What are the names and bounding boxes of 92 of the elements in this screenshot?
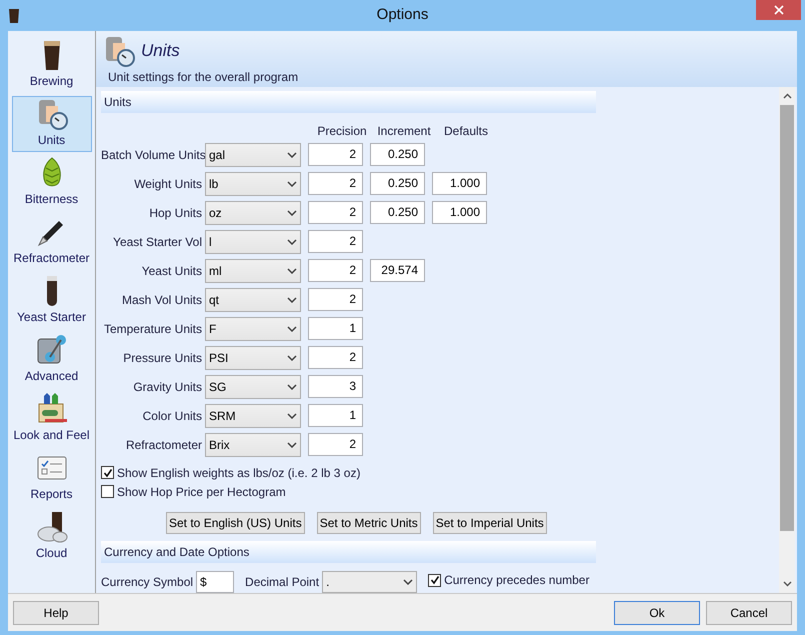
precision-field[interactable]: 2 <box>308 346 363 369</box>
preset-button[interactable]: Set to English (US) Units <box>166 512 305 534</box>
chevron-down-icon <box>287 180 297 186</box>
precision-field[interactable]: 3 <box>308 375 363 398</box>
field-label: Currency Symbol <box>101 574 194 591</box>
chevron-down-icon <box>287 296 297 302</box>
unit-dropdown[interactable]: l <box>205 230 301 254</box>
field-label: Color Units <box>142 408 202 424</box>
field-label: Refractometer <box>124 436 202 454</box>
checkbox-label: Show Hop Price per Hectogram <box>117 484 286 500</box>
precision-field[interactable]: 1 <box>308 404 363 427</box>
unit-dropdown[interactable]: PSI <box>205 346 301 370</box>
precision-field[interactable]: 2 <box>308 172 363 195</box>
chevron-down-icon <box>287 326 297 332</box>
field-label: Mash Vol Units <box>120 292 202 308</box>
chevron-down-icon <box>287 152 297 158</box>
column-header: Precision <box>316 123 368 139</box>
preset-button[interactable]: Set to Imperial Units <box>432 512 547 534</box>
unit-dropdown[interactable]: qt <box>205 288 301 312</box>
unit-dropdown[interactable]: ml <box>205 258 301 282</box>
sidebar-item[interactable]: Units <box>12 96 92 152</box>
precision-field[interactable]: 2 <box>308 143 363 166</box>
chevron-down-icon <box>403 579 414 585</box>
test-tube-icon <box>46 276 56 306</box>
chevron-down-icon <box>287 210 297 216</box>
chevron-down-icon <box>287 238 297 244</box>
decimal-point-dropdown[interactable]: . <box>322 571 418 593</box>
scroll-up-icon[interactable] <box>782 93 792 99</box>
increment-field[interactable]: 0.250 <box>370 201 425 224</box>
unit-dropdown[interactable]: F <box>205 316 301 340</box>
chevron-down-icon <box>287 268 297 274</box>
precision-field[interactable]: 1 <box>308 317 363 340</box>
unit-dropdown[interactable]: SG <box>205 374 301 398</box>
dialog-button[interactable]: Help <box>13 600 99 624</box>
checkbox[interactable] <box>101 466 114 479</box>
unit-dropdown[interactable]: gal <box>205 142 301 166</box>
field-label: Temperature Units <box>102 320 202 338</box>
section-header: Currency and Date Options <box>101 541 596 563</box>
app-icon <box>9 8 19 22</box>
cloud-beer-icon <box>34 510 68 544</box>
scrollbar-thumb[interactable] <box>780 105 794 531</box>
field-label: Decimal Point <box>245 574 320 591</box>
checkbox[interactable] <box>428 574 442 586</box>
precision-field[interactable]: 2 <box>308 201 363 224</box>
precision-field[interactable]: 2 <box>308 433 363 456</box>
chevron-down-icon <box>287 354 297 360</box>
page-title: Units <box>141 40 180 62</box>
window-title: Options <box>376 5 428 26</box>
field-label: Pressure Units <box>122 350 202 366</box>
dialog-button[interactable]: Cancel <box>706 600 792 624</box>
chevron-down-icon <box>287 412 297 418</box>
default-field[interactable]: 1.000 <box>432 201 487 224</box>
precision-field[interactable]: 2 <box>308 259 363 282</box>
section-header: Units <box>101 91 596 113</box>
field-label: Hop Units <box>148 204 202 222</box>
increment-field[interactable]: 0.250 <box>370 143 425 166</box>
precision-field[interactable]: 2 <box>308 230 363 253</box>
close-icon <box>774 5 784 15</box>
column-header: Defaults <box>442 123 490 139</box>
field-label: Yeast Starter Vol <box>112 234 202 250</box>
increment-field[interactable]: 29.574 <box>370 259 425 282</box>
column-header: Increment <box>376 123 432 139</box>
close-button[interactable] <box>756 0 801 20</box>
unit-dropdown[interactable]: Brix <box>205 432 301 456</box>
chevron-down-icon <box>287 384 297 390</box>
unit-dropdown[interactable]: lb <box>205 172 301 196</box>
checkbox-label: Currency precedes number <box>444 572 590 589</box>
sidebar-item[interactable]: Refractometer <box>12 214 92 270</box>
increment-field[interactable]: 0.250 <box>370 172 425 195</box>
field-label: Weight Units <box>133 176 202 192</box>
unit-dropdown[interactable]: oz <box>205 200 301 224</box>
default-field[interactable]: 1.000 <box>432 172 487 195</box>
scrollbar[interactable] <box>779 87 795 593</box>
checkbox-label: Show English weights as lbs/oz (i.e. 2 lb 3 oz) <box>117 464 360 482</box>
unit-dropdown[interactable]: SRM <box>205 404 301 428</box>
checkbox[interactable] <box>101 485 114 498</box>
chevron-down-icon <box>287 442 297 448</box>
sidebar-item[interactable]: Look and Feel <box>12 391 92 447</box>
sidebar-item[interactable]: Reports <box>12 450 92 506</box>
sidebar-item[interactable]: Yeast Starter <box>12 273 92 329</box>
dialog-button[interactable]: Ok <box>614 600 700 624</box>
preset-button[interactable]: Set to Metric Units <box>316 512 421 534</box>
sidebar-item[interactable]: Brewing <box>12 37 92 93</box>
sidebar-item[interactable]: Bitterness <box>12 155 92 211</box>
scroll-down-icon[interactable] <box>782 581 792 587</box>
field-label: Yeast Units <box>140 262 202 280</box>
currency-symbol-field[interactable]: $ <box>196 571 234 593</box>
field-label: Gravity Units <box>132 378 202 396</box>
precision-field[interactable]: 2 <box>308 288 363 311</box>
sidebar-item[interactable]: Cloud <box>12 509 92 565</box>
page-subtitle: Unit settings for the overall program <box>107 69 300 86</box>
sidebar-item[interactable]: Advanced <box>12 332 92 388</box>
